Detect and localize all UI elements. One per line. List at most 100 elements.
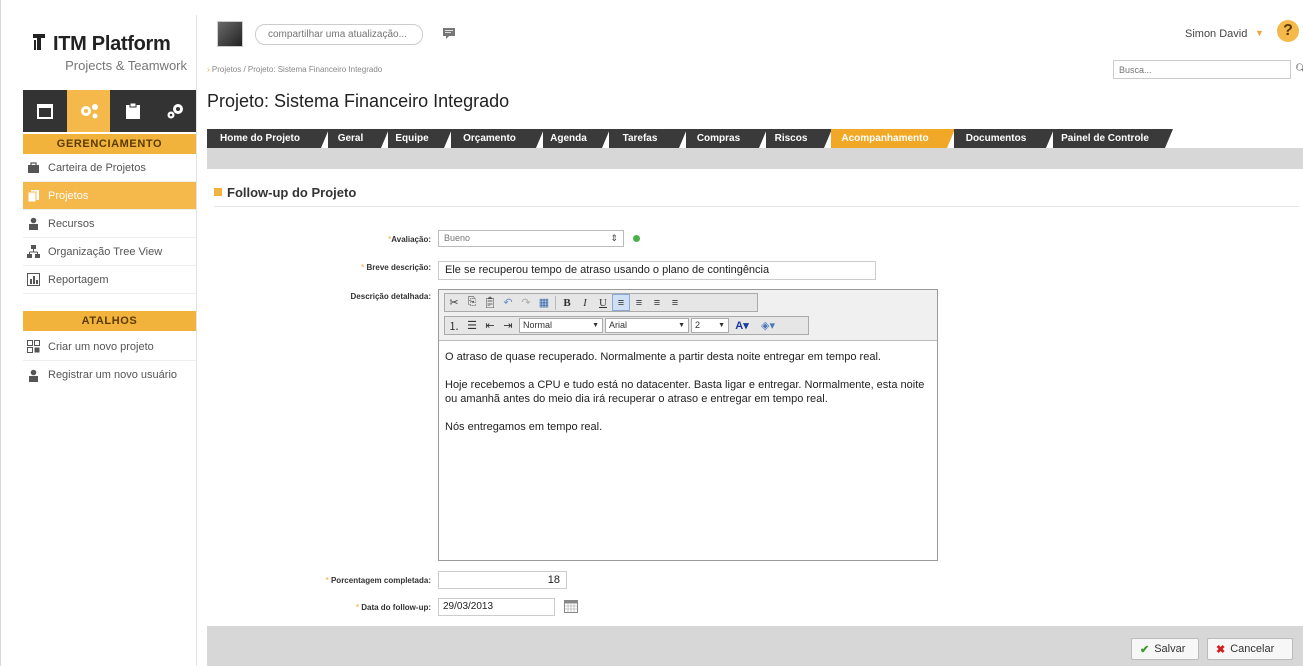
shortcut-new-project[interactable]: Criar um novo projeto [23, 333, 196, 361]
sidebar-item-portfolio[interactable]: Carteira de Projetos [23, 154, 196, 182]
detailed-description-label: Descrição detalhada: [350, 292, 431, 301]
short-description-input[interactable]: Ele se recuperou tempo de atraso usando … [438, 261, 876, 280]
share-update-input[interactable] [255, 24, 423, 45]
tab-team[interactable]: Equipe [388, 129, 452, 148]
undo-icon[interactable]: ↶ [499, 294, 517, 311]
font-dropdown[interactable]: Arial ▼ [605, 318, 689, 333]
app-window: ITM Platform Projects & Teamwork GERENCI… [0, 0, 1303, 666]
clipboard-icon [125, 102, 140, 119]
copy-icon[interactable]: ⎘ [463, 294, 481, 311]
save-button[interactable]: ✔ Salvar [1131, 638, 1199, 660]
format-dropdown[interactable]: Normal ▼ [519, 318, 603, 333]
percent-complete-input[interactable]: 18 [438, 571, 567, 589]
briefcase-icon [28, 162, 39, 173]
sidebar-item-resources[interactable]: Recursos [23, 210, 196, 238]
editor-content[interactable]: O atraso de quase recuperado. Normalment… [445, 350, 931, 448]
font-size-dropdown[interactable]: 2 ▼ [691, 318, 729, 333]
redo-icon[interactable]: ↷ [517, 294, 535, 311]
underline-icon[interactable]: U [594, 294, 612, 311]
evaluation-value: Bueno [444, 233, 471, 243]
calendar-picker-icon[interactable] [564, 600, 578, 613]
section-header-management: GERENCIAMENTO [23, 134, 196, 154]
tab-tasks[interactable]: Tarefas [609, 129, 687, 148]
cut-icon[interactable]: ✂ [445, 294, 463, 311]
section-marker-icon [214, 188, 222, 196]
shortcut-new-user[interactable]: Registrar um novo usuário [23, 361, 196, 389]
font-size-value: 2 [695, 320, 701, 330]
chevron-down-icon: ▼ [678, 322, 685, 329]
report-icon [27, 273, 40, 286]
save-button-label: Salvar [1154, 643, 1186, 655]
toolbar-separator [555, 295, 556, 310]
person-icon [29, 369, 38, 382]
section-title: Follow-up do Projeto [214, 185, 356, 200]
chevron-down-icon[interactable]: ▼ [1255, 28, 1264, 38]
sidebar-item-org-tree[interactable]: Organização Tree View [23, 238, 196, 266]
tab-budget[interactable]: Orçamento [451, 129, 544, 148]
tab-home[interactable]: Home do Projeto [207, 129, 329, 148]
breadcrumb-text[interactable]: Projetos / Projeto: Sistema Financeiro I… [212, 65, 382, 74]
follow-up-date-input[interactable]: 29/03/2013 [438, 598, 555, 616]
sidebar-item-reports[interactable]: Reportagem [23, 266, 196, 294]
check-icon: ✔ [1140, 643, 1150, 656]
logo[interactable]: ITM Platform Projects & Teamwork [11, 27, 197, 87]
search-input[interactable] [1113, 60, 1291, 79]
person-icon [29, 217, 38, 230]
module-switcher [23, 90, 196, 132]
search-icon[interactable]: 🔍︎ [1295, 64, 1303, 75]
section-title-text: Follow-up do Projeto [227, 185, 357, 200]
cancel-button[interactable]: ✖ Cancelar [1207, 638, 1293, 660]
sidebar-item-projects[interactable]: Projetos [23, 182, 196, 210]
calendar-icon [36, 104, 53, 119]
sidebar: ITM Platform Projects & Teamwork GERENCI… [11, 15, 197, 666]
tab-follow-up[interactable]: Acompanhamento [831, 129, 955, 148]
module-calendar[interactable] [23, 90, 66, 132]
tab-documents[interactable]: Documentos [954, 129, 1054, 148]
align-right-icon[interactable]: ≡ [648, 294, 666, 311]
ordered-list-icon[interactable]: ⒈ [445, 317, 463, 334]
documents-icon [27, 190, 39, 202]
project-tabs: Home do Projeto Geral Equipe Orçamento A… [207, 127, 1303, 148]
format-value: Normal [523, 320, 553, 330]
sidebar-item-label: Recursos [48, 217, 95, 230]
tab-risks[interactable]: Riscos [766, 129, 832, 148]
outdent-icon[interactable]: ⇤ [481, 317, 499, 334]
module-projects[interactable] [67, 90, 110, 132]
table-icon[interactable]: ▦ [535, 294, 553, 311]
paste-icon[interactable]: 📋︎ [481, 294, 499, 311]
highlight-color-icon[interactable]: ◈▾ [755, 317, 781, 334]
text-color-icon[interactable]: A▾ [729, 317, 755, 334]
tab-purchases[interactable]: Compras [686, 129, 767, 148]
close-icon: ✖ [1216, 643, 1226, 656]
align-left-icon[interactable]: ≡ [612, 294, 630, 311]
sidebar-item-label: Organização Tree View [48, 245, 163, 258]
evaluation-select[interactable]: Bueno ⇕ [438, 230, 624, 247]
status-indicator [633, 235, 640, 242]
bullet-list-icon[interactable]: ☰ [463, 317, 481, 334]
tab-agenda[interactable]: Agenda [543, 129, 610, 148]
cancel-button-label: Cancelar [1230, 643, 1275, 655]
tab-general[interactable]: Geral [328, 129, 389, 148]
org-tree-icon [27, 245, 40, 258]
editor-paragraph: O atraso de quase recuperado. Normalment… [445, 351, 881, 363]
cog-icon [167, 104, 183, 119]
help-icon[interactable]: ? [1277, 20, 1299, 42]
brand-title: ITM Platform [53, 33, 171, 55]
divider [214, 206, 1299, 207]
indent-icon[interactable]: ⇥ [499, 317, 517, 334]
module-tasks[interactable] [111, 90, 154, 132]
bold-icon[interactable]: B [558, 294, 576, 311]
logo-mark-icon [33, 34, 45, 50]
follow-up-date-label: * Data do follow-up: [355, 603, 431, 612]
avatar[interactable] [217, 21, 243, 47]
module-settings[interactable] [154, 90, 197, 132]
tab-dashboard[interactable]: Painel de Controle [1053, 129, 1173, 148]
sidebar-item-label: Reportagem [48, 273, 109, 286]
align-justify-icon[interactable]: ≡ [666, 294, 684, 311]
italic-icon[interactable]: I [576, 294, 594, 311]
shortcut-label: Criar um novo projeto [48, 340, 154, 353]
align-center-icon[interactable]: ≡ [630, 294, 648, 311]
breadcrumb[interactable]: › Projetos / Projeto: Sistema Financeiro… [207, 65, 382, 74]
post-icon[interactable] [443, 28, 455, 39]
user-menu[interactable]: Simon David [1185, 28, 1247, 40]
